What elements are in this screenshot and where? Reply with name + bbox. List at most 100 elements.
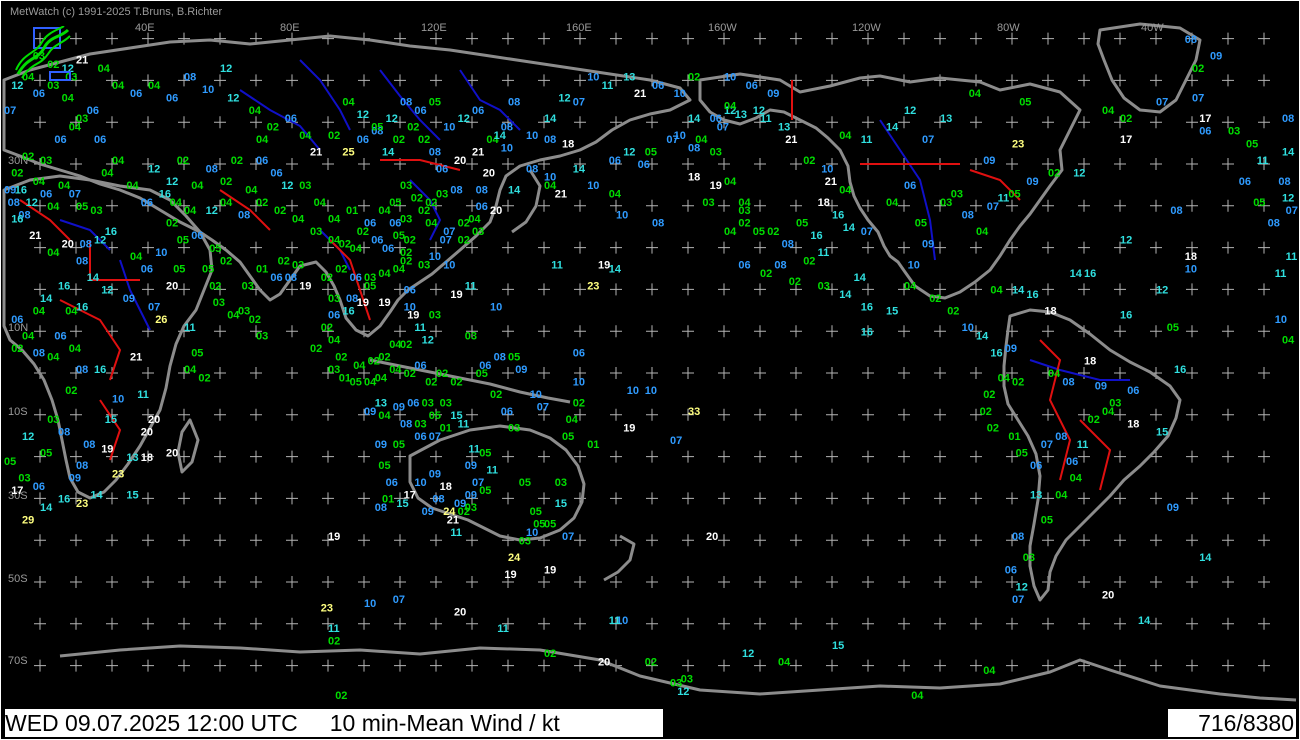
grid-cross (1078, 32, 1090, 45)
wind-value: 10 (501, 143, 513, 155)
wind-value: 02 (65, 385, 77, 397)
wind-value: 03 (422, 397, 434, 409)
grid-cross (862, 576, 874, 588)
wind-value: 12 (26, 197, 38, 209)
grid-cross (934, 32, 946, 45)
wind-value: 08 (450, 184, 462, 196)
wind-value: 05 (1041, 515, 1053, 527)
grid-cross (1114, 367, 1126, 379)
wind-value: 16 (15, 184, 27, 196)
grid-cross (718, 617, 730, 630)
wind-value: 08 (544, 134, 556, 146)
grid-cross (358, 576, 370, 588)
wind-value: 04 (1102, 105, 1115, 117)
grid-cross (250, 576, 262, 588)
grid-cross (718, 158, 730, 170)
grid-cross (898, 534, 910, 547)
wind-map[interactable]: 40E 80E 120E 160E 160W 120W 80W 40W 30N … (0, 0, 1300, 740)
grid-cross (1222, 74, 1234, 87)
wind-value: 12 (220, 63, 232, 75)
grid-cross (286, 492, 298, 505)
wind-value: 04 (389, 339, 402, 351)
datetime-label: WED 09.07.2025 12:00 UTC (5, 710, 298, 736)
grid-cross (1114, 325, 1126, 338)
wind-value: 14 (573, 163, 586, 175)
wind-value: 04 (544, 180, 557, 192)
wind-value: 03 (292, 260, 304, 272)
wind-value: 20 (483, 168, 495, 180)
wind-value: 02 (400, 247, 412, 259)
latitude-labels: 30N 10N 10S 30S 50S 70S (8, 155, 28, 667)
grid-cross (142, 116, 154, 129)
wind-value: 06 (40, 188, 52, 200)
wind-value: 02 (980, 406, 992, 418)
wind-value: 14 (544, 113, 557, 125)
wind-value: 11 (458, 418, 470, 430)
grid-cross (754, 199, 766, 212)
wind-value: 06 (414, 360, 426, 372)
wind-value: 02 (400, 339, 412, 351)
wind-value: 06 (414, 431, 426, 443)
wind-value: 04 (911, 690, 924, 702)
wind-value: 04 (256, 134, 269, 146)
grid-cross (718, 408, 730, 421)
grid-cross (1186, 576, 1198, 588)
wind-value: 05 (479, 485, 491, 497)
grid-cross (358, 199, 370, 212)
river-4 (299, 59, 351, 131)
grid-cross (70, 576, 82, 588)
wind-value: 10 (443, 122, 455, 134)
wind-value: 04 (184, 205, 197, 217)
grid-cross (718, 325, 730, 338)
wind-value: 08 (652, 218, 664, 230)
grid-cross (34, 576, 46, 588)
wind-value: 03 (951, 188, 963, 200)
grid-cross (502, 450, 514, 463)
wind-value: 03 (328, 293, 340, 305)
grid-cross (1006, 659, 1018, 672)
grid-cross (1114, 283, 1126, 296)
wind-value: 14 (87, 272, 100, 284)
wind-value: 15 (886, 306, 898, 318)
grid-cross (646, 283, 658, 296)
wind-value: 16 (1084, 268, 1096, 280)
grid-cross (754, 534, 766, 547)
wind-value: 04 (609, 188, 622, 200)
wind-value: 06 (94, 134, 106, 146)
grid-cross (610, 450, 622, 463)
grid-cross (1150, 534, 1162, 547)
wind-value: 03 (47, 414, 59, 426)
grid-cross (1078, 74, 1090, 87)
grid-cross (790, 617, 802, 630)
grid-cross (430, 534, 442, 547)
wind-value: 14 (839, 289, 852, 301)
grid-cross (214, 576, 226, 588)
grid-cross (754, 408, 766, 421)
wind-value: 15 (832, 640, 844, 652)
grid-cross (682, 659, 694, 672)
wind-value: 06 (414, 105, 426, 117)
grid-cross (466, 32, 478, 45)
wind-value: 08 (432, 494, 444, 506)
wind-value: 02 (1192, 63, 1204, 75)
grid-cross (754, 283, 766, 296)
wind-value: 05 (378, 460, 390, 472)
wind-value: 16 (94, 364, 106, 376)
wind-value: 12 (1016, 581, 1028, 593)
wind-value: 05 (645, 147, 657, 159)
grid-cross (394, 576, 406, 588)
wind-value: 04 (33, 176, 46, 188)
wind-value: 12 (281, 180, 293, 192)
grid-cross (322, 492, 334, 505)
wind-value: 18 (1185, 251, 1197, 263)
wind-value: 02 (490, 389, 502, 401)
wind-value: 20 (148, 414, 160, 426)
wind-value: 08 (429, 147, 441, 159)
wind-value: 19 (299, 280, 311, 292)
wind-value: 02 (573, 397, 585, 409)
wind-value: 10 (674, 88, 686, 100)
wind-value: 07 (69, 188, 81, 200)
wind-value: 10 (674, 130, 686, 142)
grid-cross (718, 367, 730, 379)
wind-value: 02 (688, 71, 700, 83)
